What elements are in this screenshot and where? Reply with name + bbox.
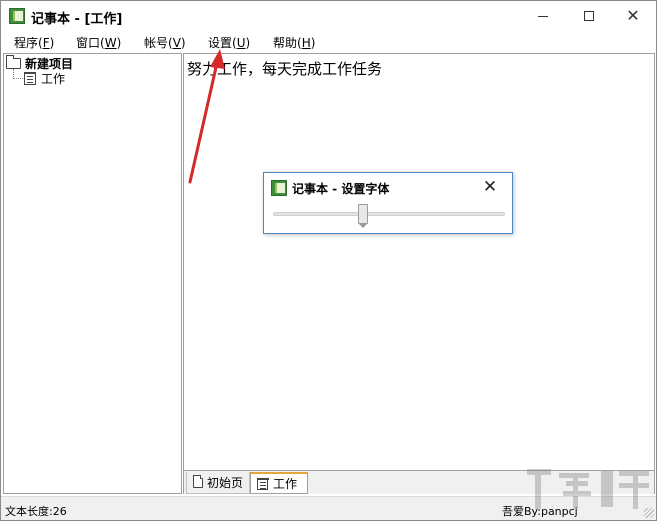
text-editor[interactable]: 努力工作，每天完成工作任务 [183,53,655,471]
menu-account-key: V [172,36,181,50]
app-window: 记事本 - [工作] ✕ 程序(F) 窗口(W) 帐号(V) 设置(U) 帮助(… [0,0,657,521]
menu-settings-suffix: ) [245,36,251,50]
menu-help-suffix: ) [310,36,316,50]
font-size-slider-thumb[interactable] [358,204,369,228]
menu-help-key: H [301,36,311,50]
menu-bar: 程序(F) 窗口(W) 帐号(V) 设置(U) 帮助(H) [1,31,656,53]
menu-help-label: 帮助( [273,36,302,50]
font-size-slider-track[interactable] [273,212,505,216]
menu-window-suffix: ) [116,36,122,50]
app-icon [271,180,287,196]
menu-account-suffix: ) [180,36,186,50]
site-watermark [527,469,649,509]
note-icon [24,72,36,85]
menu-window[interactable]: 窗口(W) [76,34,121,51]
menu-program-label: 程序( [14,36,43,50]
menu-program-suffix: ) [49,36,55,50]
app-icon [9,8,25,24]
menu-program[interactable]: 程序(F) [14,34,54,51]
menu-window-key: W [104,36,117,50]
minimize-icon [538,15,548,17]
menu-help[interactable]: 帮助(H) [273,34,315,51]
close-icon: ✕ [626,6,640,25]
folder-icon [193,474,203,488]
tree-child-item[interactable]: 工作 [24,70,65,87]
title-bar[interactable]: 记事本 - [工作] ✕ [1,1,656,31]
note-icon [257,477,269,490]
font-settings-dialog: 记事本 - 设置字体 ✕ [263,172,513,234]
project-tree: 新建项目 工作 [3,53,182,494]
menu-account-label: 帐号( [144,36,173,50]
menu-settings-label: 设置( [208,36,237,50]
close-icon: ✕ [482,177,498,197]
menu-program-key: F [42,36,50,50]
tab-work[interactable]: 工作 [250,472,308,494]
maximize-button[interactable] [566,1,612,31]
close-button[interactable]: ✕ [610,1,656,31]
maximize-icon [584,11,594,21]
tree-connector [13,78,23,79]
menu-settings[interactable]: 设置(U) [208,34,250,51]
text-length-status: 文本长度:26 [5,505,67,518]
dialog-title: 记事本 - 设置字体 [292,182,390,196]
tab-home-label: 初始页 [206,476,243,490]
minimize-button[interactable] [520,1,566,31]
tab-work-label: 工作 [273,477,298,491]
editor-content[interactable]: 努力工作，每天完成工作任务 [187,58,382,79]
tree-child-label: 工作 [41,72,66,86]
tab-home[interactable]: 初始页 [186,472,250,494]
folder-icon [6,55,21,69]
window-title: 记事本 - [工作] [31,12,123,27]
dialog-close-button[interactable]: ✕ [480,177,500,197]
menu-account[interactable]: 帐号(V) [144,34,186,51]
menu-window-label: 窗口( [76,36,105,50]
